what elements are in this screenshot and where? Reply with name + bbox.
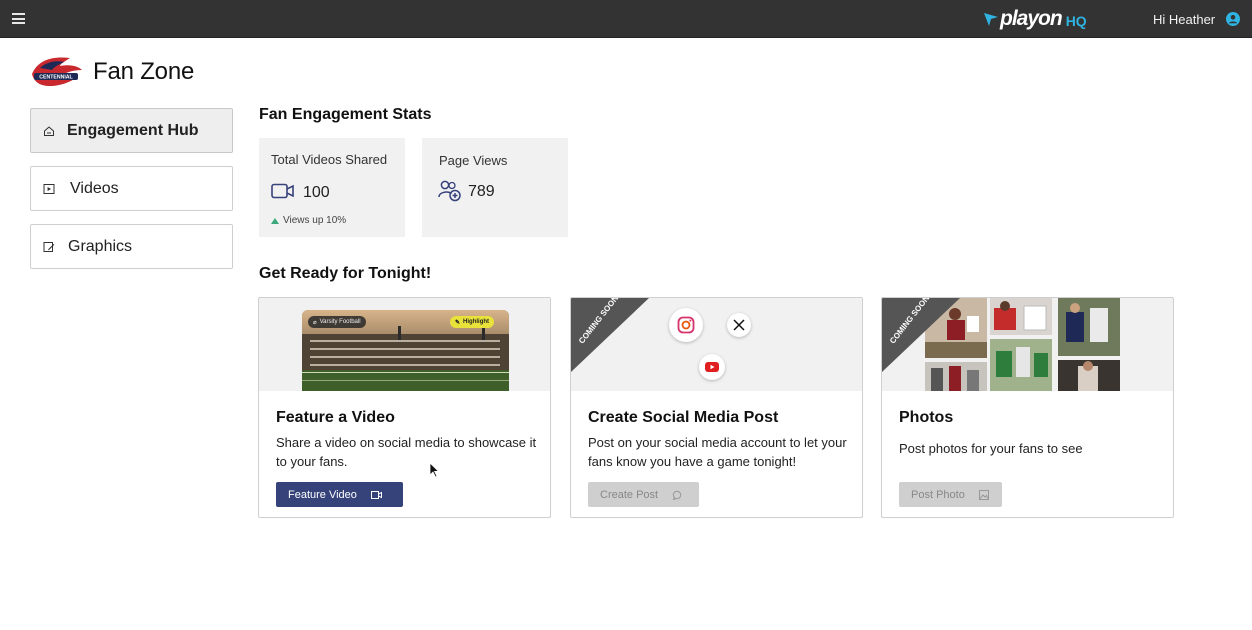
video-camera-icon [370,490,382,499]
stat-label: Total Videos Shared [271,152,388,167]
stat-label: Page Views [439,153,508,168]
card-description: Share a video on social media to showcas… [276,435,537,469]
button-label: Feature Video [288,488,357,501]
brand-header: CENTENNIAL Fan Zone [30,54,194,90]
chat-bubble-icon [672,490,682,500]
stat-card-page-views: Page Views 789 [422,138,568,237]
stats-section-title: Fan Engagement Stats [259,106,432,123]
highlight-icon: ✎ [455,319,461,326]
sidebar-item-graphics[interactable]: Graphics [30,224,233,269]
user-greeting[interactable]: Hi Heather [1153,12,1215,27]
social-post-card: COMING SOON! Create Social Media Post Po… [570,297,863,518]
sidebar-item-engagement-hub[interactable]: Engagement Hub [30,108,233,153]
card-description: Post on your social media account to let… [588,435,847,469]
create-post-button[interactable]: Create Post [588,482,699,507]
play-icon [43,183,55,194]
card-title: Feature a Video [276,409,395,426]
photo-thumbnail [990,339,1052,391]
photo-thumbnail [1058,360,1120,391]
instagram-icon [669,308,703,342]
ready-section-title: Get Ready for Tonight! [259,265,432,282]
card-title: Photos [899,409,954,426]
sidebar-item-videos[interactable]: Videos [30,166,233,211]
stat-trend-text: Views up 10% [283,215,347,226]
football-icon: ⌀ [313,319,317,326]
playon-logo[interactable]: playon HQ [983,5,1087,33]
crest-text: CENTENNIAL [39,75,73,81]
school-crest-logo: CENTENNIAL [32,57,82,86]
photos-card: COMING SOON! Photos Post photos for your… [881,297,1174,518]
graphics-icon [43,241,55,252]
stat-trend: Views up 10% [271,215,346,226]
page-title: Fan Zone [93,58,195,85]
highlight-badge: ✎ Highlight [450,316,495,328]
users-icon [438,180,461,202]
feature-video-card: ⌀ Varsity Football ✎ Highlight Feature a… [258,297,551,518]
playon-logo-mark-icon [984,13,998,26]
sidebar-item-label: Videos [70,179,119,197]
media-tag-text: Varsity Football [319,319,361,325]
feature-video-button[interactable]: Feature Video [276,482,403,507]
media-tag: ⌀ Varsity Football [308,316,366,328]
mouse-cursor-icon [429,462,439,478]
highlight-badge-text: Highlight [463,319,490,325]
image-icon [978,489,989,500]
photo-thumbnail [990,298,1052,335]
button-label: Create Post [600,488,659,501]
home-icon [44,125,54,136]
stadium-image: ⌀ Varsity Football ✎ Highlight [302,310,509,391]
youtube-icon [699,354,725,380]
logo-suffix: HQ [1065,12,1087,29]
stat-value: 100 [303,184,330,201]
card-description: Post photos for your fans to see [899,441,1083,456]
top-bar: playon HQ Hi Heather [0,0,1252,38]
x-twitter-icon [727,313,751,337]
post-photo-button[interactable]: Post Photo [899,482,1002,507]
user-avatar-icon[interactable] [1226,12,1240,26]
photos-media: COMING SOON! [882,298,1173,391]
logo-word: playon [1000,7,1063,30]
button-label: Post Photo [911,488,965,501]
hamburger-menu-icon[interactable] [12,13,25,24]
video-camera-icon [271,183,294,199]
sidebar-item-label: Engagement Hub [67,121,199,139]
trend-up-icon [271,217,279,224]
feature-video-media: ⌀ Varsity Football ✎ Highlight [259,298,550,391]
social-media-media: COMING SOON! [571,298,862,391]
card-title: Create Social Media Post [588,409,779,426]
photo-thumbnail [1058,298,1120,356]
stat-value: 789 [468,183,495,200]
stat-card-videos-shared: Total Videos Shared 100 Views up 10% [259,138,405,237]
sidebar-item-label: Graphics [68,237,133,255]
